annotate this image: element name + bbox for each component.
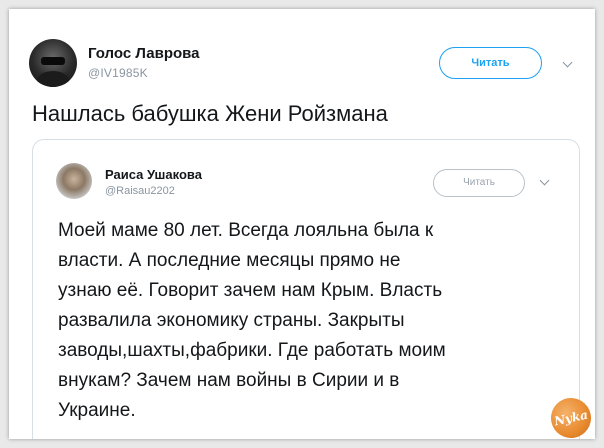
quoted-text-line: власти. А последние месяцы прямо не (58, 250, 401, 271)
quoted-text-line: Моей маме 80 лет. Всегда лояльна была к (58, 220, 434, 241)
author-avatar[interactable] (29, 39, 77, 87)
quoted-author-avatar[interactable] (56, 163, 92, 199)
quoted-tweet-text: Моей маме 80 лет. Всегда лояльна была к … (58, 216, 558, 426)
quoted-author-handle[interactable]: @Raisau2202 (105, 185, 175, 197)
quoted-text-line: узнаю её. Говорит зачем нам Крым. Власть (58, 280, 443, 301)
quoted-text-line: внукам? Зачем нам войны в Сирии и в (58, 370, 400, 391)
chevron-down-icon[interactable] (562, 57, 573, 68)
quoted-text-line: развалила экономику страны. Закрыты (58, 310, 405, 331)
tweet-text: Нашлась бабушка Жени Ройзмана (32, 101, 388, 126)
quoted-follow-button[interactable]: Читать (433, 169, 525, 197)
quoted-author-name[interactable]: Раиса Ушакова (105, 167, 202, 182)
author-name[interactable]: Голос Лаврова (88, 45, 200, 62)
quoted-text-line: Украине. (58, 400, 136, 421)
tweet-card: Голос Лаврова @IV1985K Читать Нашлась ба… (9, 9, 595, 439)
quoted-text-line: заводы,шахты,фабрики. Где работать моим (58, 340, 446, 361)
follow-button[interactable]: Читать (439, 47, 542, 79)
author-handle[interactable]: @IV1985K (88, 66, 148, 80)
